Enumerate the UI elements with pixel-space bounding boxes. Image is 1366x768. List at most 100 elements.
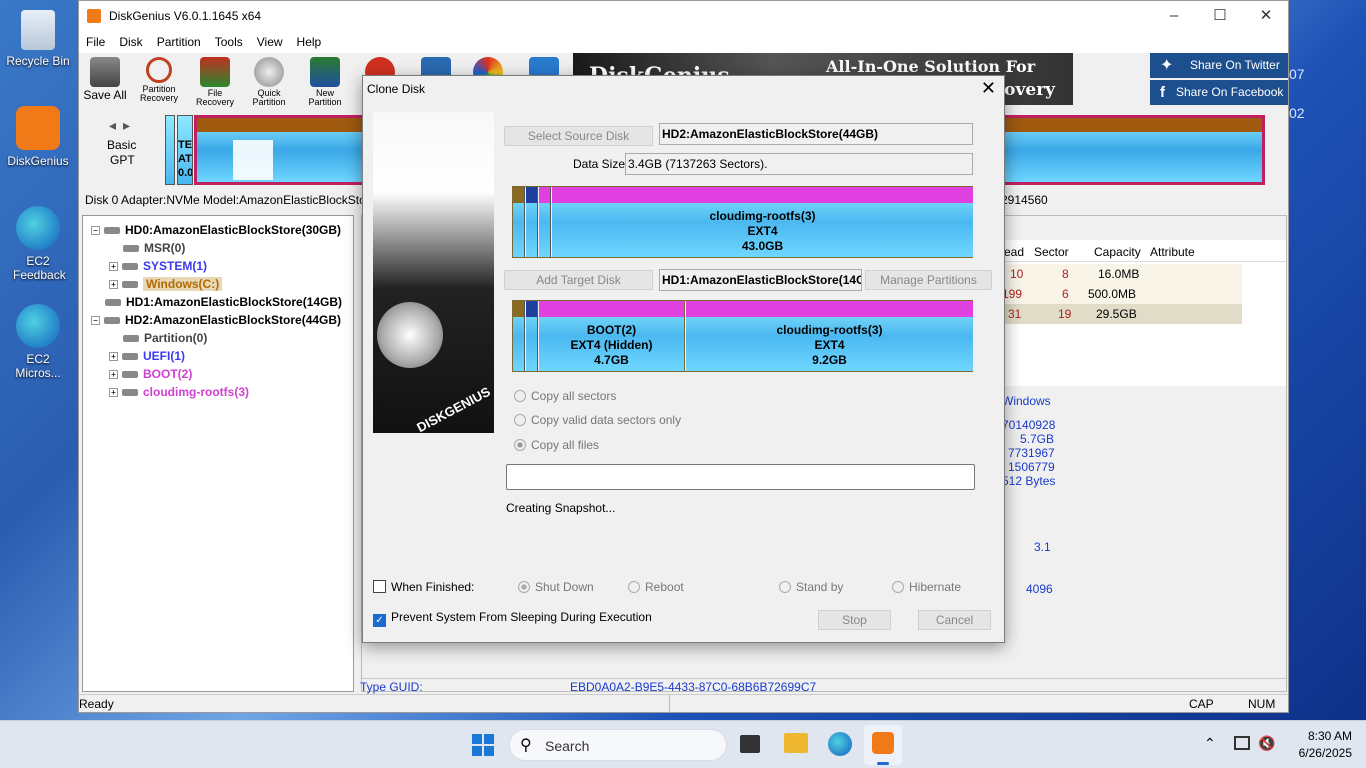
tree-label: UEFI(1) (143, 349, 185, 363)
volume-muted-icon[interactable]: 🔇 (1258, 735, 1275, 752)
tree-node-partition0[interactable]: Partition(0) (123, 331, 207, 345)
collapse-icon[interactable]: – (91, 316, 100, 326)
menu-partition[interactable]: Partition (150, 35, 208, 49)
radio-selected-icon (518, 581, 530, 593)
taskbar-diskgenius[interactable] (864, 725, 902, 765)
disk-info-right: 2914560 (1001, 193, 1048, 207)
menu-file[interactable]: File (79, 35, 112, 49)
tree-node-uefi[interactable]: + UEFI(1) (109, 349, 185, 363)
task-view-icon[interactable] (740, 735, 760, 753)
banner-line1: All-In-One Solution For (826, 57, 1036, 76)
desktop-icon-ec2-micros[interactable]: EC2 Micros... (4, 304, 72, 380)
tree-node-system[interactable]: + SYSTEM(1) (109, 259, 207, 273)
expand-icon[interactable]: + (109, 262, 118, 272)
menu-help[interactable]: Help (290, 35, 329, 49)
partition-fs: EXT4 (814, 338, 845, 352)
next-disk-arrow-icon[interactable]: ▸ (123, 117, 130, 134)
quick-partition-button[interactable]: Quick Partition (247, 57, 291, 107)
prev-disk-arrow-icon[interactable]: ◂ (109, 117, 116, 134)
target-partition-rootfs[interactable]: cloudimg-rootfs(3) EXT4 9.2GB (686, 301, 973, 371)
magnifier-icon (146, 57, 172, 83)
menu-tools[interactable]: Tools (208, 35, 250, 49)
source-partition-block[interactable] (513, 187, 525, 257)
col-attribute: Attribute (1150, 245, 1195, 259)
radio-label: Reboot (645, 580, 684, 594)
when-finished-checkbox[interactable]: When Finished: (373, 580, 474, 594)
manage-partitions-button[interactable]: Manage Partitions (865, 270, 992, 290)
desktop-icon-ec2-feedback[interactable]: EC2 Feedback (4, 206, 72, 282)
add-target-disk-button[interactable]: Add Target Disk (504, 270, 653, 290)
network-icon[interactable] (1234, 736, 1250, 750)
shut-down-radio[interactable]: Shut Down (518, 580, 594, 594)
tree-label: MSR(0) (144, 241, 186, 255)
source-partition-block[interactable] (539, 187, 551, 257)
chevron-up-icon[interactable]: ⌃ (1204, 735, 1216, 752)
source-partition-block[interactable] (526, 187, 538, 257)
clock[interactable]: 8:30 AM 6/26/2025 (1292, 729, 1352, 760)
new-partition-button[interactable]: New Partition (303, 57, 347, 107)
select-source-disk-button[interactable]: Select Source Disk (504, 126, 653, 146)
partition-icon (122, 371, 138, 379)
expand-icon[interactable]: + (109, 370, 118, 380)
partition-cap (552, 187, 973, 203)
desktop-partial-text: 07 (1289, 66, 1305, 82)
target-partition-block[interactable] (513, 301, 525, 371)
stand-by-radio[interactable]: Stand by (779, 580, 843, 594)
menu-view[interactable]: View (250, 35, 290, 49)
system-partition-block[interactable]: TEM AT3 0.0 (177, 115, 193, 185)
copy-all-sectors-radio[interactable]: Copy all sectors (514, 389, 616, 403)
reboot-radio[interactable]: Reboot (628, 580, 684, 594)
collapse-icon[interactable]: – (91, 226, 100, 236)
detail-free-space: 5.7GB (1020, 432, 1055, 446)
tree-node-windows[interactable]: + Windows(C:) (109, 277, 223, 291)
table-row[interactable]: 199 6 500.0MB (1002, 284, 1242, 304)
desktop-icon-diskgenius[interactable]: DiskGenius (4, 106, 72, 168)
table-row[interactable]: 31 19 29.5GB (1002, 304, 1242, 324)
prevent-sleep-checkbox[interactable]: ✓ Prevent System From Sleeping During Exe… (373, 610, 652, 627)
msr-partition-block[interactable] (165, 115, 175, 185)
expand-icon[interactable]: + (109, 280, 118, 290)
tree-node-hd1[interactable]: HD1:AmazonElasticBlockStore(14GB) (105, 295, 342, 309)
expand-icon[interactable]: + (109, 352, 118, 362)
stop-button[interactable]: Stop (818, 610, 891, 630)
share-facebook-button[interactable]: f Share On Facebook (1150, 80, 1288, 105)
menu-disk[interactable]: Disk (112, 35, 149, 49)
tree-node-boot[interactable]: + BOOT(2) (109, 367, 192, 381)
copy-valid-sectors-radio[interactable]: Copy valid data sectors only (514, 413, 681, 427)
target-partition-block[interactable] (526, 301, 538, 371)
checkbox-checked-icon: ✓ (373, 614, 386, 627)
target-partition-boot[interactable]: BOOT(2) EXT4 (Hidden) 4.7GB (539, 301, 685, 371)
hibernate-radio[interactable]: Hibernate (892, 580, 961, 594)
copy-all-files-radio[interactable]: Copy all files (514, 438, 599, 452)
save-all-button[interactable]: Save All (83, 57, 127, 101)
edge-icon[interactable] (828, 732, 852, 756)
source-partition-rootfs[interactable]: cloudimg-rootfs(3) EXT4 43.0GB (552, 187, 973, 257)
col-sector: Sector (1034, 245, 1069, 259)
status-text: Ready (79, 697, 114, 711)
desktop-icon-recycle-bin[interactable]: Recycle Bin (4, 10, 72, 68)
disk-tree: – HD0:AmazonElasticBlockStore(30GB) MSR(0… (82, 215, 354, 692)
tree-node-hd2[interactable]: – HD2:AmazonElasticBlockStore(44GB) (91, 313, 341, 327)
table-header: ead Sector Capacity Attribute (1002, 240, 1286, 262)
start-button[interactable] (472, 734, 494, 756)
expand-icon[interactable]: + (109, 388, 118, 398)
tree-node-hd0[interactable]: – HD0:AmazonElasticBlockStore(30GB) (91, 223, 341, 237)
dialog-close-icon[interactable]: ✕ (981, 78, 996, 99)
title-bar[interactable]: DiskGenius V6.0.1.1645 x64 – ☐ ✕ (79, 1, 1288, 31)
radio-label: Copy valid data sectors only (531, 413, 682, 427)
minimize-button[interactable]: – (1151, 1, 1197, 31)
partition-recovery-button[interactable]: Partition Recovery (137, 57, 181, 103)
close-button[interactable]: ✕ (1243, 1, 1289, 31)
maximize-button[interactable]: ☐ (1197, 1, 1243, 31)
file-recovery-button[interactable]: File Recovery (193, 57, 237, 107)
diskgenius-icon (872, 732, 894, 754)
partition-icon (123, 245, 139, 253)
cancel-button[interactable]: Cancel (918, 610, 991, 630)
tree-node-cloudimg[interactable]: + cloudimg-rootfs(3) (109, 385, 249, 399)
file-explorer-icon[interactable] (784, 733, 808, 753)
share-twitter-button[interactable]: ✦ Share On Twitter (1150, 53, 1288, 78)
progress-status: Creating Snapshot... (506, 501, 616, 515)
tree-node-msr[interactable]: MSR(0) (123, 241, 185, 255)
table-row[interactable]: 10 8 16.0MB (1002, 264, 1242, 284)
taskbar-search[interactable]: ⚲ Search (509, 729, 727, 761)
